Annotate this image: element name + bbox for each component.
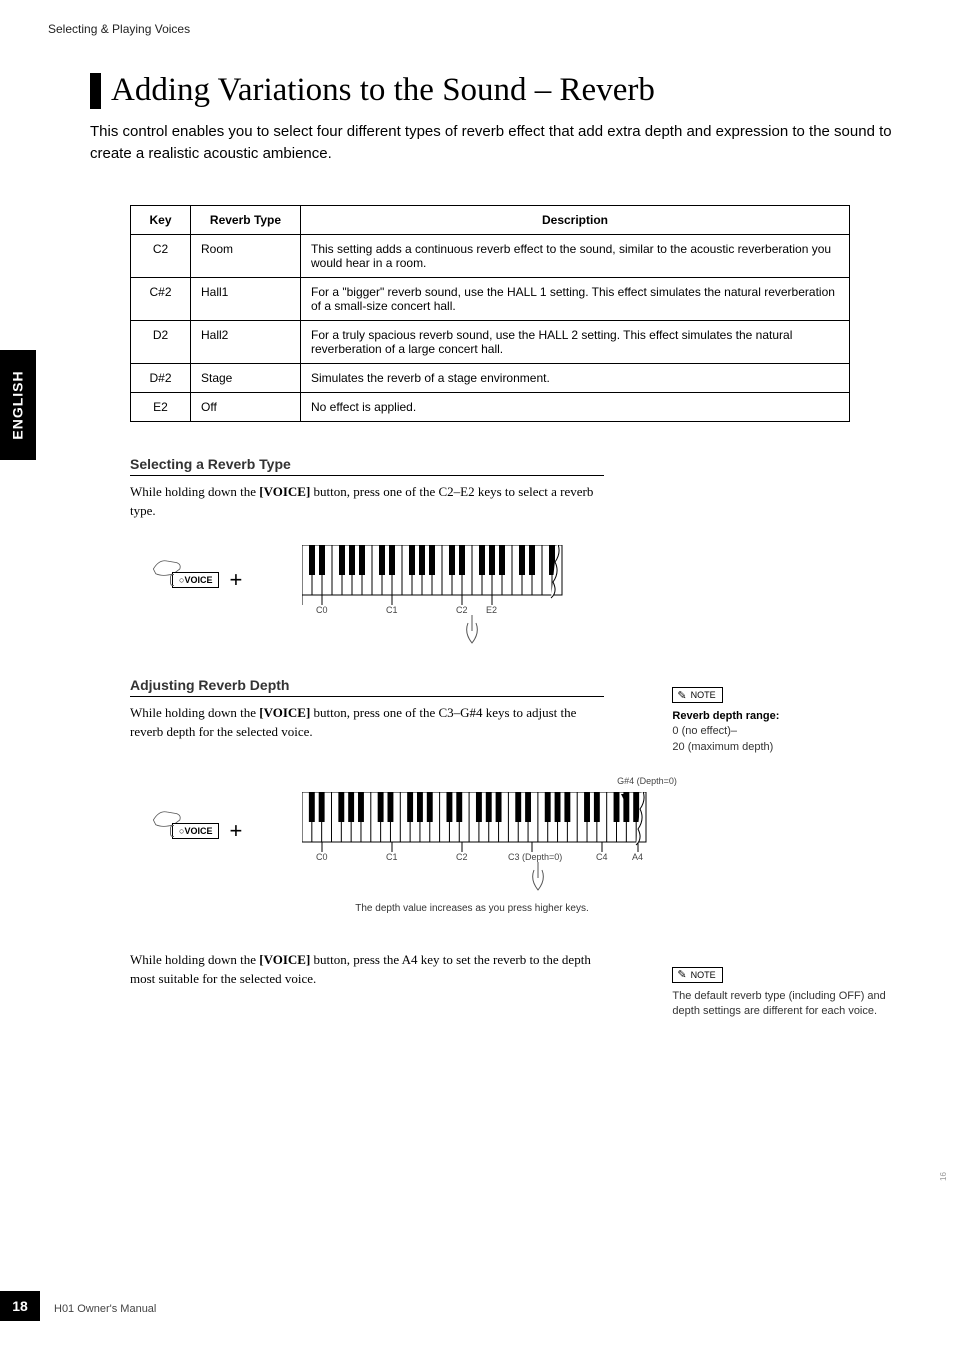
depth-caption: The depth value increases as you press h… (302, 903, 642, 914)
plus-icon: + (229, 567, 242, 593)
voice-button-icon: ○VOICE (172, 823, 219, 839)
keyboard-diagram-2: C0 C1 C2 C3 (Depth=0) C4 A4 G#4 (Depth=0… (302, 792, 662, 862)
table-row: C2 Room This setting adds a continuous r… (131, 234, 850, 277)
plus-icon: + (229, 818, 242, 844)
gutter-number: 16 (939, 1172, 948, 1181)
breadcrumb: Selecting & Playing Voices (48, 22, 190, 36)
diagram-reverb-depth: ○VOICE + (130, 760, 604, 910)
th-type: Reverb Type (191, 205, 301, 234)
diagram-reverb-type: ○VOICE + (130, 539, 604, 649)
press-hand-icon (526, 860, 556, 900)
page-number: 18 (0, 1291, 40, 1321)
table-row: D#2 Stage Simulates the reverb of a stag… (131, 363, 850, 392)
reverb-table: Key Reverb Type Description C2 Room This… (130, 205, 850, 422)
voice-button-icon: ○VOICE (172, 572, 219, 588)
pencil-icon: ✎ (677, 689, 686, 702)
keyboard-diagram-1: C0 C1 C2 E2 (302, 545, 582, 615)
th-key: Key (131, 205, 191, 234)
title-bar (90, 73, 101, 109)
table-row: E2 Off No effect is applied. (131, 392, 850, 421)
subhead-reverb-type: Selecting a Reverb Type (130, 456, 604, 476)
body-reverb-type: While holding down the [VOICE] button, p… (130, 482, 604, 521)
body-a4-note: While holding down the [VOICE] button, p… (130, 950, 604, 989)
note-block-depth: ✎ NOTE Reverb depth range: 0 (no effect)… (672, 686, 910, 756)
footer-manual: H01 Owner's Manual (54, 1303, 156, 1315)
table-row: D2 Hall2 For a truly spacious reverb sou… (131, 320, 850, 363)
body-reverb-depth: While holding down the [VOICE] button, p… (130, 703, 604, 742)
language-tab: ENGLISH (0, 350, 36, 460)
press-hand-icon (460, 613, 490, 653)
subhead-reverb-depth: Adjusting Reverb Depth (130, 677, 604, 697)
note-icon: ✎ NOTE (672, 967, 722, 983)
page-title: Adding Variations to the Sound – Reverb (111, 72, 655, 109)
note-icon: ✎ NOTE (672, 687, 722, 703)
note-block-default: ✎ NOTE The default reverb type (includin… (672, 965, 910, 1019)
intro-text: This control enables you to select four … (90, 121, 910, 165)
pencil-icon: ✎ (677, 968, 686, 981)
language-label: ENGLISH (10, 370, 26, 439)
table-row: C#2 Hall1 For a "bigger" reverb sound, u… (131, 277, 850, 320)
th-desc: Description (301, 205, 850, 234)
